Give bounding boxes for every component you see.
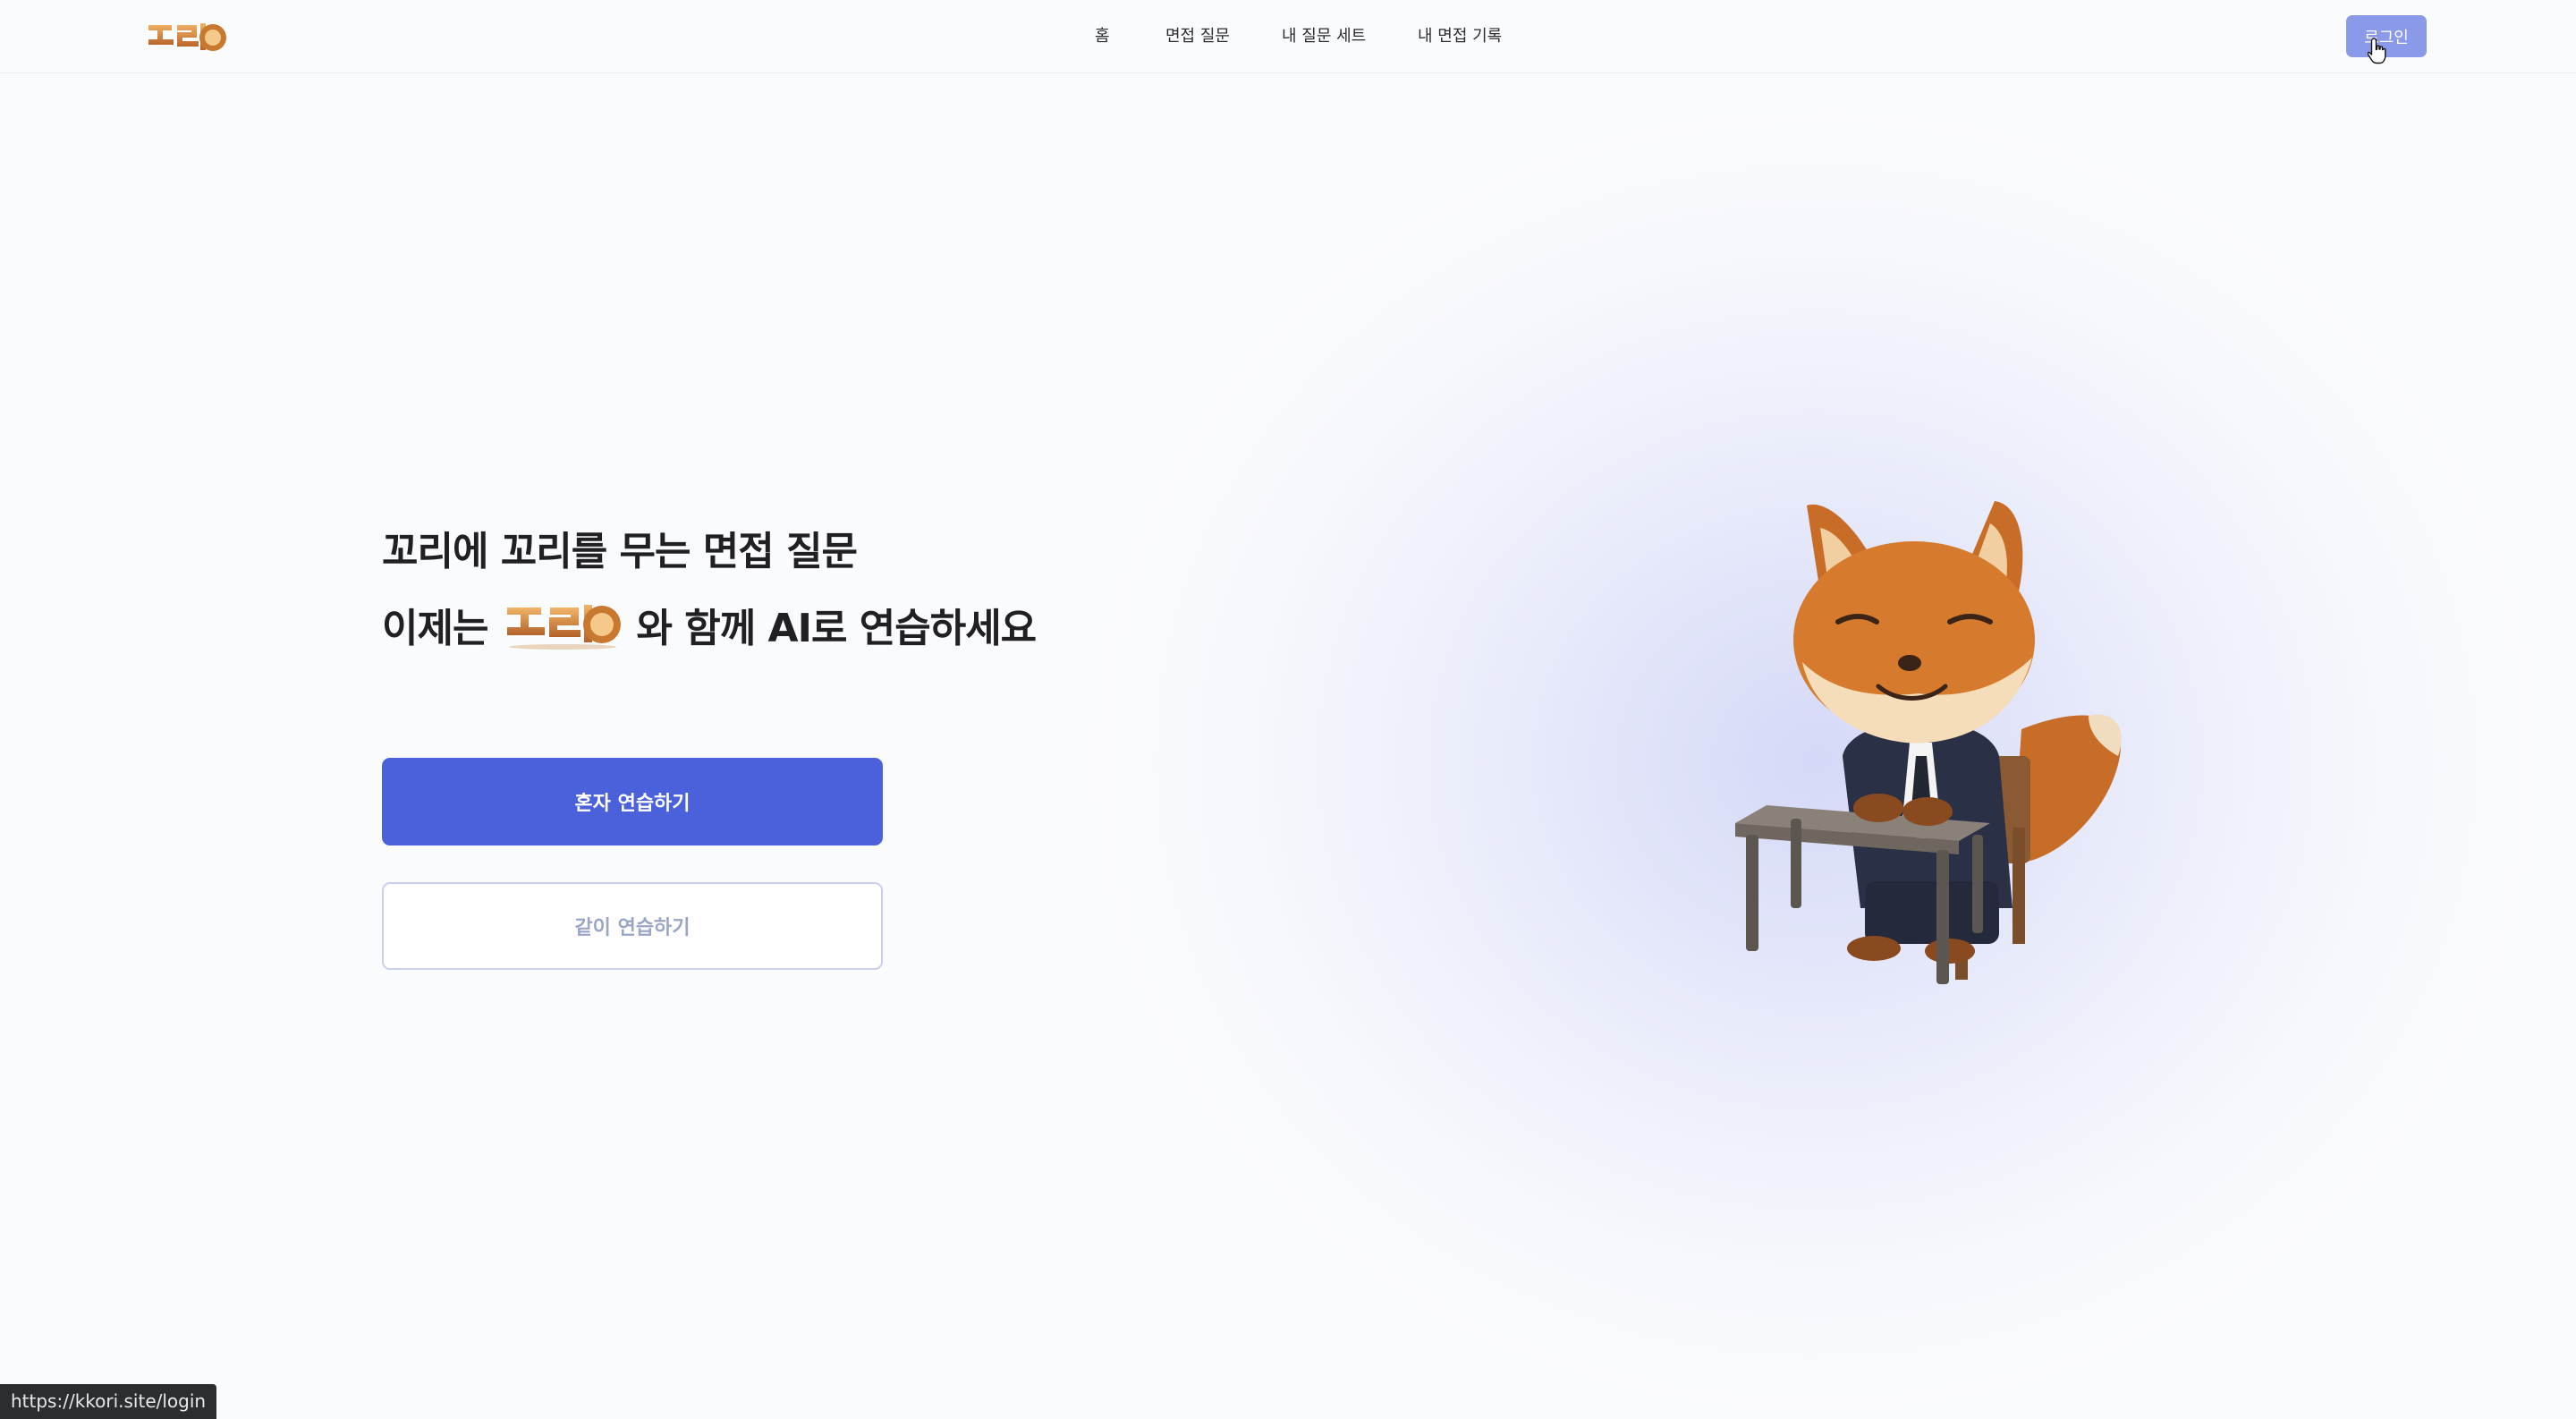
practice-alone-button[interactable]: 혼자 연습하기 [382,758,883,845]
nav-my-question-sets[interactable]: 내 질문 세트 [1282,23,1366,47]
nav-interview-questions[interactable]: 면접 질문 [1165,23,1230,47]
hand-cursor-icon [2368,38,2386,64]
main-nav: 홈 면접 질문 내 질문 세트 내 면접 기록 [0,0,2576,72]
nav-my-interview-records[interactable]: 내 면접 기록 [1418,23,1502,47]
nav-home[interactable]: 홈 [1095,23,1110,47]
hero-suffix: 와 함께 AI로 연습하세요 [636,606,1037,651]
fox-mascot-illustration [1735,501,2122,984]
status-bar-url: https://kkori.site/login [0,1384,217,1419]
hero-headline: 꼬리에 꼬리를 무는 면접 질문 [382,529,858,574]
hero-prefix: 이제는 [382,606,488,651]
practice-together-button[interactable]: 같이 연습하기 [382,882,883,970]
kkori-wordmark [502,597,623,652]
top-navigation-bar: 홈 면접 질문 내 질문 세트 내 면접 기록 로그인 [0,0,2576,73]
hero-subheadline: 이제는 와 함께 AI로 연습하세요 [382,596,1037,653]
